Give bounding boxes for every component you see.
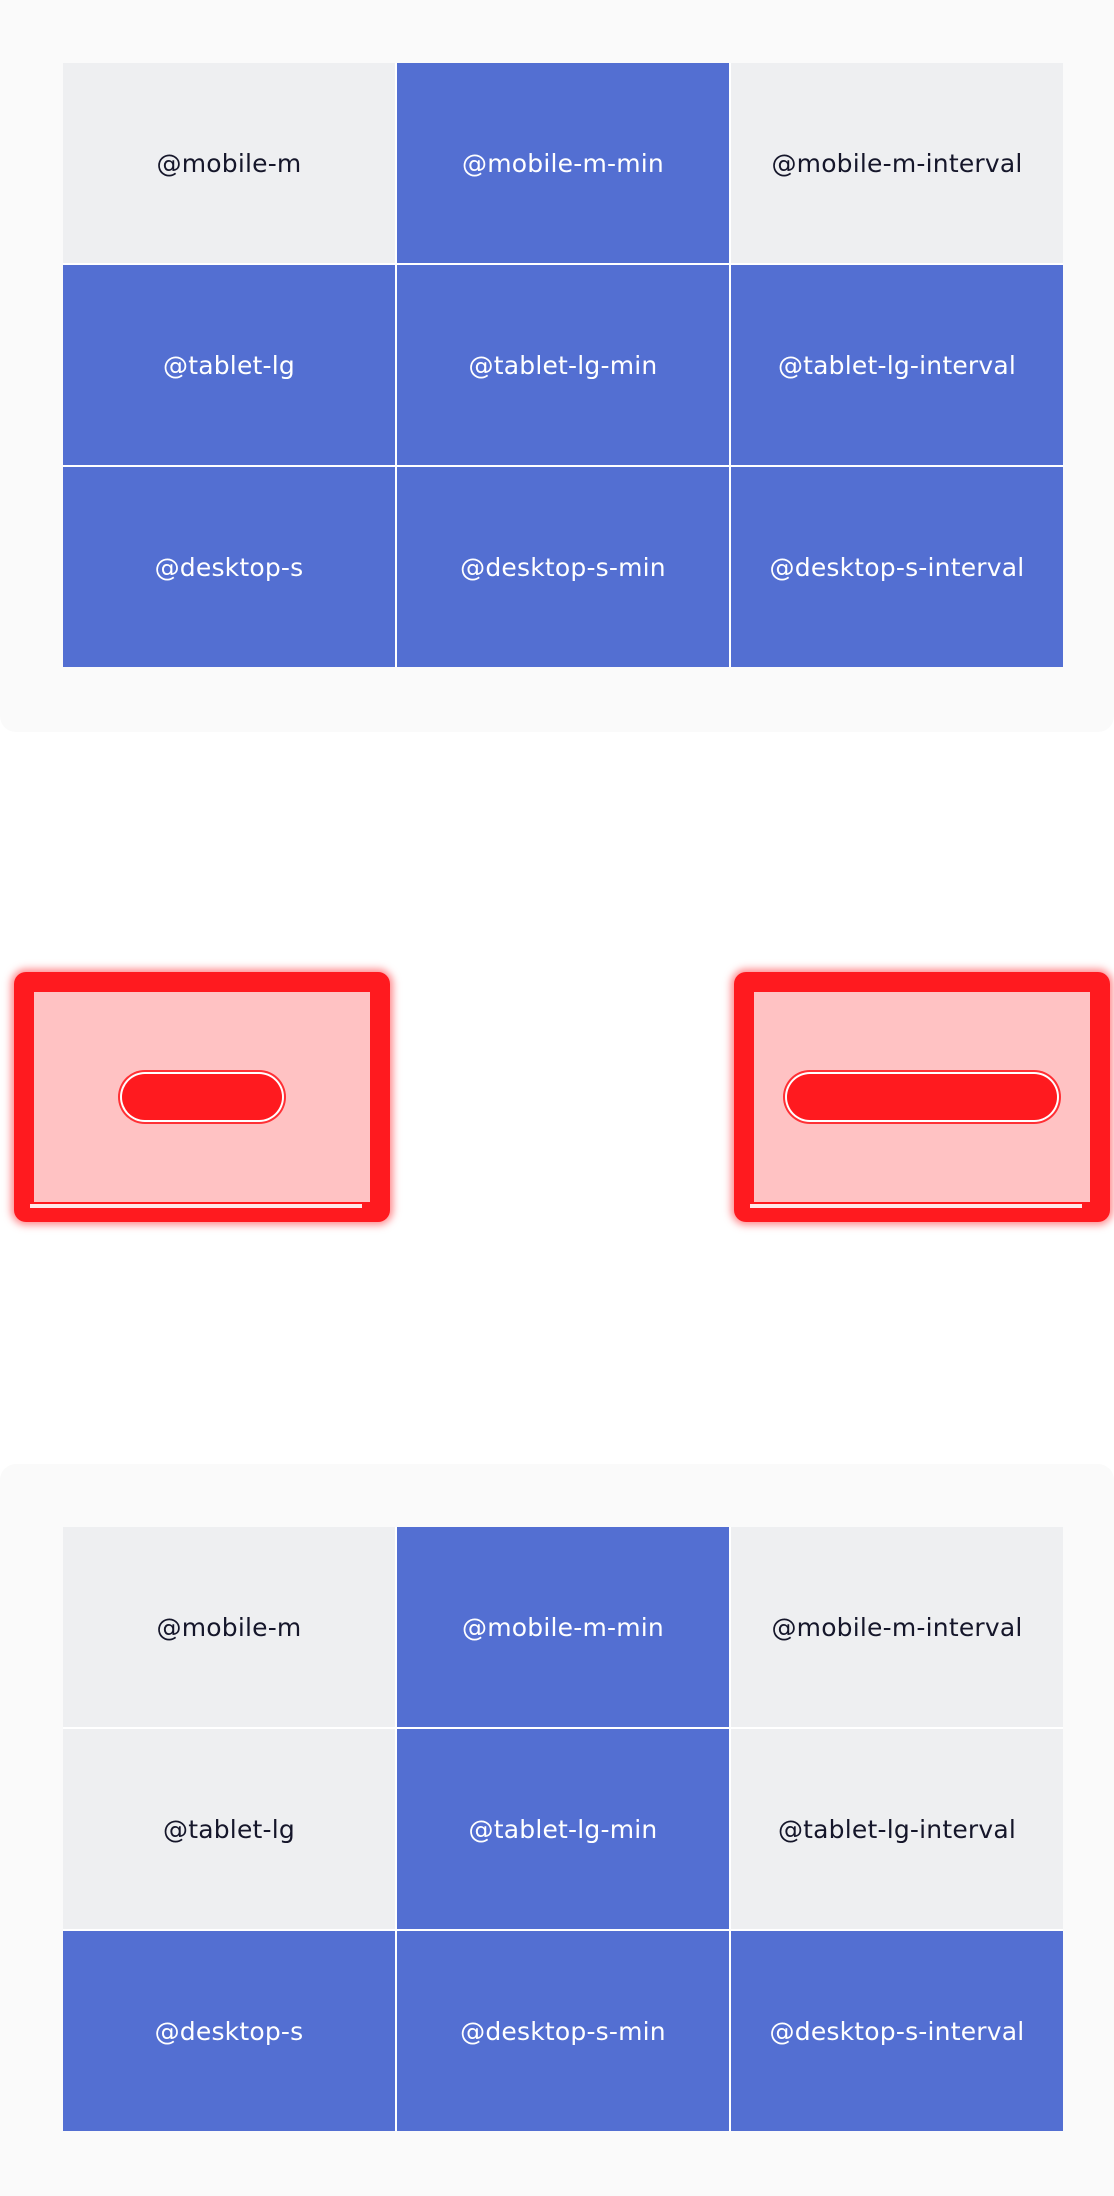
breakpoint-panel-bottom: @mobile-m @mobile-m-min @mobile-m-interv…	[0, 1464, 1114, 2196]
glitched-button-label	[787, 1074, 1057, 1120]
cell-desktop-s-interval: @desktop-s-interval	[731, 1931, 1063, 2131]
cell-tablet-lg: @tablet-lg	[63, 1729, 395, 1929]
cell-mobile-m: @mobile-m	[63, 63, 395, 263]
cell-desktop-s-min: @desktop-s-min	[397, 467, 729, 667]
cell-mobile-m-min: @mobile-m-min	[397, 63, 729, 263]
glitched-button-label	[122, 1074, 282, 1120]
cell-tablet-lg: @tablet-lg	[63, 265, 395, 465]
cell-mobile-m: @mobile-m	[63, 1527, 395, 1727]
page: @mobile-m @mobile-m-min @mobile-m-interv…	[0, 0, 1114, 2196]
cell-desktop-s: @desktop-s	[63, 467, 395, 667]
cell-desktop-s-interval: @desktop-s-interval	[731, 467, 1063, 667]
cell-mobile-m-min: @mobile-m-min	[397, 1527, 729, 1727]
breakpoint-panel-top: @mobile-m @mobile-m-min @mobile-m-interv…	[0, 0, 1114, 732]
middle-section	[0, 732, 1114, 1464]
cell-desktop-s: @desktop-s	[63, 1931, 395, 2131]
breakpoint-grid-bottom: @mobile-m @mobile-m-min @mobile-m-interv…	[63, 1527, 1063, 2131]
cell-mobile-m-interval: @mobile-m-interval	[731, 63, 1063, 263]
breakpoint-grid-top: @mobile-m @mobile-m-min @mobile-m-interv…	[63, 63, 1063, 667]
cell-tablet-lg-interval: @tablet-lg-interval	[731, 265, 1063, 465]
cell-tablet-lg-interval: @tablet-lg-interval	[731, 1729, 1063, 1929]
cell-desktop-s-min: @desktop-s-min	[397, 1931, 729, 2131]
glitched-button-right[interactable]	[734, 972, 1110, 1222]
cell-mobile-m-interval: @mobile-m-interval	[731, 1527, 1063, 1727]
glitched-button-left[interactable]	[14, 972, 390, 1222]
cell-tablet-lg-min: @tablet-lg-min	[397, 1729, 729, 1929]
cell-tablet-lg-min: @tablet-lg-min	[397, 265, 729, 465]
